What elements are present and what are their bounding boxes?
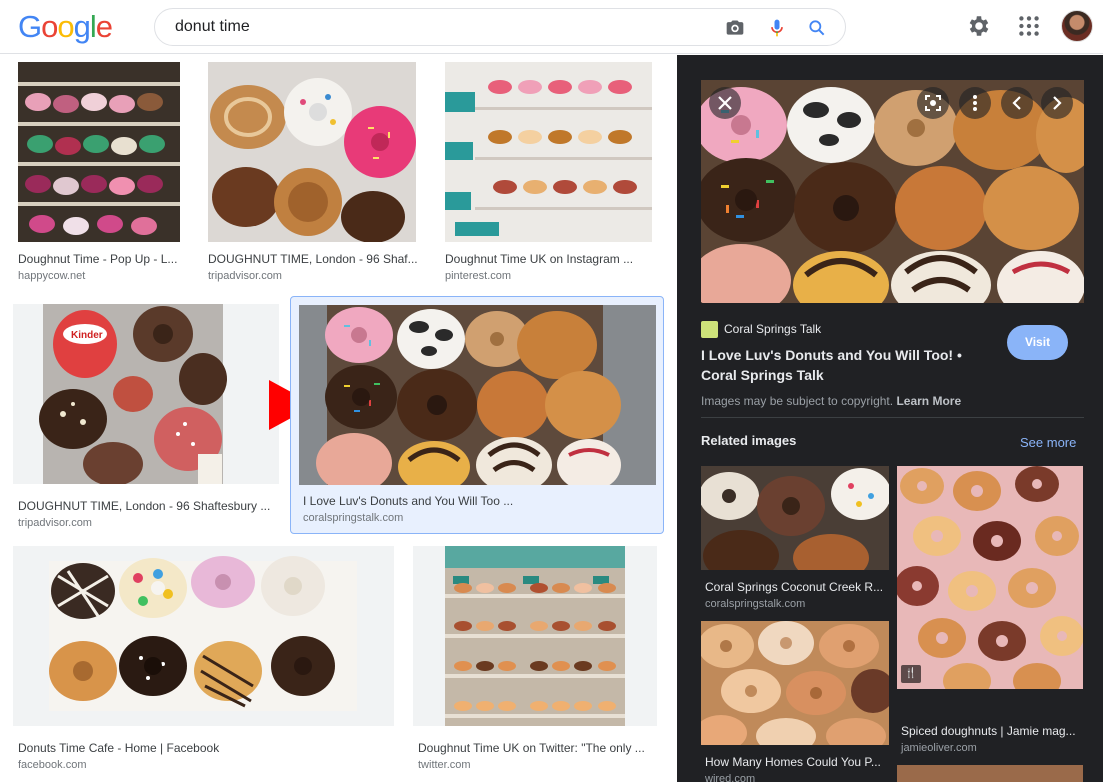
result-card[interactable]: Doughnut Time UK on Instagram ... pinter… (440, 57, 660, 287)
google-logo[interactable]: Google (18, 10, 113, 44)
site-favicon (701, 321, 718, 338)
related-image[interactable] (701, 621, 889, 745)
result-thumbnail[interactable]: Kinder (13, 304, 279, 484)
copyright-notice: Images may be subject to copyright. Lear… (701, 394, 962, 408)
result-source: facebook.com (18, 759, 87, 771)
related-source: wired.com (705, 773, 756, 782)
related-image[interactable]: 🍴 (897, 466, 1083, 689)
preview-title[interactable]: I Love Luv's Donuts and You Will Too! • … (701, 345, 1001, 385)
image-preview-panel: Coral Springs Talk I Love Luv's Donuts a… (677, 55, 1103, 782)
more-vert-icon (973, 95, 977, 111)
related-title[interactable]: How Many Homes Could You P... (705, 754, 887, 770)
result-title[interactable]: DOUGHNUT TIME, London - 96 Shaf... (208, 251, 418, 267)
next-button[interactable] (1041, 87, 1073, 119)
search-box[interactable] (154, 8, 846, 46)
result-source: happycow.net (18, 270, 86, 282)
result-card[interactable]: DOUGHNUT TIME, London - 96 Shaf... tripa… (203, 57, 423, 287)
result-thumbnail[interactable] (299, 305, 656, 485)
result-thumbnail[interactable] (445, 62, 652, 242)
see-more-link[interactable]: See more (1020, 435, 1076, 450)
chevron-left-icon (1012, 96, 1021, 110)
avatar[interactable] (1061, 10, 1093, 42)
microphone-icon[interactable] (767, 18, 787, 38)
result-thumbnail[interactable] (13, 546, 394, 726)
learn-more-link[interactable]: Learn More (896, 394, 961, 408)
camera-icon[interactable] (725, 18, 745, 38)
chevron-right-icon (1053, 96, 1062, 110)
result-card[interactable]: Kinder DOUGHNUT TIME, London - 96 Shafte… (13, 304, 281, 534)
result-source: twitter.com (418, 759, 471, 771)
related-title[interactable]: Coral Springs Coconut Creek R... (705, 579, 887, 595)
result-card[interactable]: Doughnut Time UK on Twitter: "The only .… (413, 546, 663, 776)
header: Google (0, 0, 1103, 54)
result-source: pinterest.com (445, 270, 512, 282)
result-title[interactable]: Doughnut Time UK on Twitter: "The only .… (418, 740, 656, 756)
recipe-icon: 🍴 (901, 665, 921, 683)
search-input[interactable] (175, 9, 715, 45)
result-thumbnail[interactable] (208, 62, 416, 242)
lens-button[interactable] (917, 87, 949, 119)
related-image[interactable] (701, 466, 889, 570)
more-options-button[interactable] (959, 87, 991, 119)
result-card[interactable]: Doughnut Time - Pop Up - L... happycow.n… (14, 57, 186, 287)
svg-text:Kinder: Kinder (71, 330, 103, 341)
related-source: jamieoliver.com (901, 742, 977, 754)
result-title[interactable]: Doughnut Time UK on Instagram ... (445, 251, 655, 267)
result-title[interactable]: Donuts Time Cafe - Home | Facebook (18, 740, 388, 756)
visit-button[interactable]: Visit (1007, 325, 1068, 360)
close-icon (718, 96, 732, 110)
result-source: coralspringstalk.com (303, 512, 404, 524)
result-title[interactable]: DOUGHNUT TIME, London - 96 Shaftesbury .… (18, 498, 280, 514)
related-images-heading: Related images (701, 433, 797, 448)
result-thumbnail[interactable] (413, 546, 657, 726)
lens-icon (925, 95, 941, 111)
related-image[interactable] (897, 765, 1083, 782)
result-source: tripadvisor.com (208, 270, 282, 282)
result-title[interactable]: I Love Luv's Donuts and You Will Too ... (303, 493, 643, 509)
preview-image[interactable] (701, 80, 1084, 303)
result-source: tripadvisor.com (18, 517, 92, 529)
gear-icon[interactable] (966, 13, 992, 39)
result-card-selected[interactable]: I Love Luv's Donuts and You Will Too ...… (290, 296, 664, 534)
result-thumbnail[interactable] (18, 62, 180, 242)
previous-button[interactable] (1001, 87, 1033, 119)
apps-grid-icon[interactable] (1016, 13, 1042, 39)
result-title[interactable]: Doughnut Time - Pop Up - L... (18, 251, 182, 267)
divider (701, 417, 1084, 418)
close-button[interactable] (709, 87, 741, 119)
search-icon[interactable] (807, 18, 827, 38)
image-results: Doughnut Time - Pop Up - L... happycow.n… (0, 55, 677, 782)
related-title[interactable]: Spiced doughnuts | Jamie mag... (901, 723, 1081, 739)
site-name: Coral Springs Talk (724, 322, 822, 336)
result-card[interactable]: Donuts Time Cafe - Home | Facebook faceb… (13, 546, 395, 776)
related-source: coralspringstalk.com (705, 598, 806, 610)
